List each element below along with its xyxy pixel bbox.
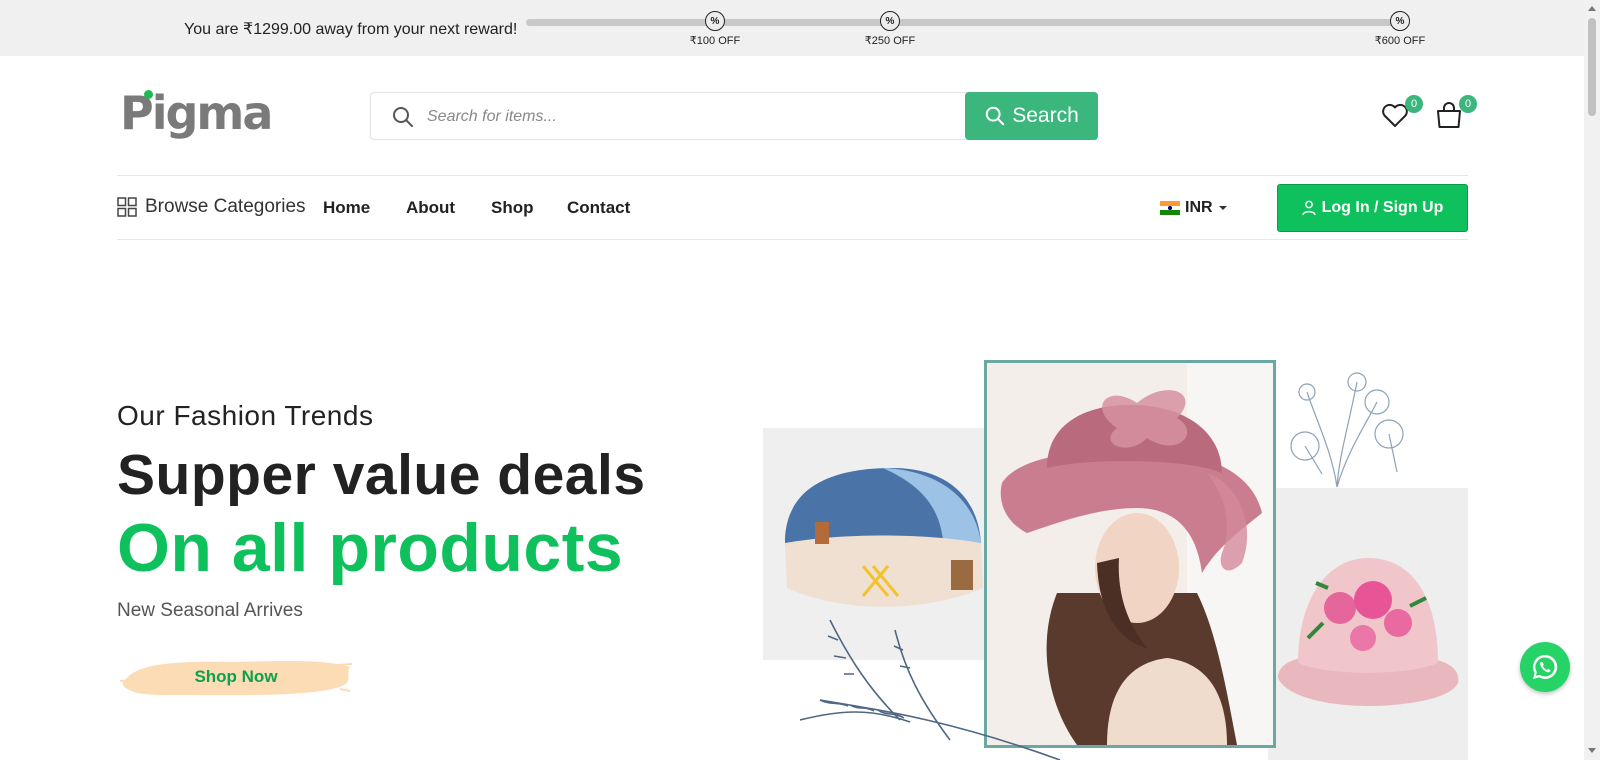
reward-message: You are ₹1299.00 away from your next rew… — [184, 21, 518, 38]
grid-icon — [117, 197, 137, 217]
search-button-icon — [985, 106, 1005, 126]
milestone-2-label: ₹250 OFF — [864, 35, 916, 47]
milestone-1-label: ₹100 OFF — [689, 35, 741, 47]
site-logo[interactable]: Pigma — [120, 86, 273, 140]
scroll-down-arrow-icon[interactable] — [1588, 748, 1596, 753]
nav-item-about[interactable]: About — [406, 198, 455, 218]
cart-count-badge: 0 — [1459, 95, 1477, 113]
milestone-3-percent-icon: % — [1390, 11, 1410, 31]
wishlist-count-badge: 0 — [1405, 95, 1423, 113]
currency-label: INR — [1185, 199, 1213, 216]
milestone-1-percent-icon: % — [705, 11, 725, 31]
reward-progress-track — [526, 19, 1406, 26]
page: You are ₹1299.00 away from your next rew… — [0, 0, 1600, 760]
browse-categories[interactable]: Browse Categories — [117, 196, 306, 218]
milestone-2-percent-icon: % — [880, 11, 900, 31]
nav-divider-bottom — [117, 239, 1468, 240]
nav-item-home[interactable]: Home — [323, 198, 370, 218]
india-flag-icon — [1160, 201, 1180, 216]
whatsapp-chat-button[interactable] — [1520, 642, 1570, 692]
milestone-3-label: ₹600 OFF — [1374, 35, 1426, 47]
search-button-label: Search — [1012, 104, 1079, 127]
reward-bar: You are ₹1299.00 away from your next rew… — [0, 0, 1584, 56]
nav-item-shop[interactable]: Shop — [491, 198, 534, 218]
floral-sketch-decoration — [1290, 372, 1404, 488]
scroll-up-arrow-icon[interactable] — [1588, 6, 1596, 11]
search-button[interactable]: Search — [965, 92, 1098, 140]
scrollbar-thumb[interactable] — [1588, 18, 1596, 116]
login-signup-button[interactable]: Log In / Sign Up — [1277, 184, 1468, 232]
login-signup-label: Log In / Sign Up — [1321, 199, 1444, 216]
nav-divider-top — [117, 175, 1468, 176]
shop-now-button[interactable]: Shop Now — [120, 653, 352, 701]
lavender-sketch-decoration — [800, 619, 1061, 760]
search-icon — [393, 107, 413, 127]
search-input[interactable] — [427, 105, 947, 129]
search-bar: Search — [370, 92, 1098, 140]
browse-categories-label: Browse Categories — [145, 196, 306, 217]
pink-floral-hat-image — [1278, 558, 1459, 706]
hero-title: Supper value deals — [117, 443, 646, 507]
hero-title-highlight: On all products — [117, 510, 624, 586]
shop-now-label: Shop Now — [194, 667, 278, 686]
hero-subtitle: New Seasonal Arrives — [117, 600, 303, 621]
flower-hat-panel — [1268, 488, 1468, 760]
caret-down-icon — [1218, 206, 1227, 210]
user-icon — [1301, 200, 1316, 216]
nav-item-contact[interactable]: Contact — [567, 198, 630, 218]
hero-kicker: Our Fashion Trends — [117, 400, 374, 431]
whatsapp-icon — [1532, 654, 1558, 679]
currency-selector[interactable]: INR — [1160, 199, 1228, 217]
logo-dot — [144, 90, 153, 99]
